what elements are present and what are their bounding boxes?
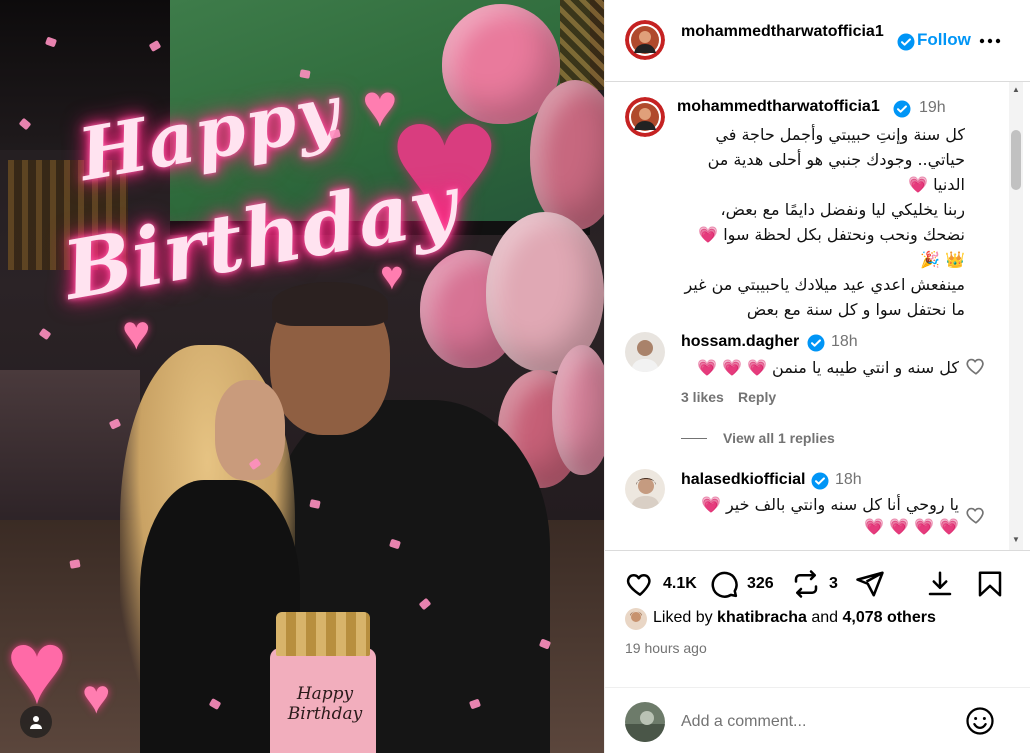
- comment-like-icon[interactable]: [965, 504, 987, 526]
- current-user-avatar[interactable]: [625, 702, 665, 742]
- photo-background-window: [0, 370, 140, 530]
- photo-man-hair: [272, 282, 388, 326]
- comment-like-icon[interactable]: [965, 355, 987, 377]
- post-timestamp[interactable]: 19 hours ago: [625, 640, 707, 656]
- author-avatar[interactable]: [625, 20, 665, 60]
- replies-divider: [681, 437, 707, 439]
- caption-timestamp[interactable]: 19h: [919, 99, 946, 117]
- comments-scroll-area[interactable]: mohammedtharwatofficia1 19h كل سنة وإنتِ…: [605, 82, 1030, 550]
- follow-button[interactable]: Follow: [917, 30, 971, 50]
- comment-timestamp[interactable]: 18h: [835, 471, 862, 489]
- post-details-panel: mohammedtharwatofficia1 Follow mohammedt…: [604, 0, 1030, 753]
- heart-sticker: ♥: [380, 254, 404, 298]
- user-icon: [30, 716, 42, 729]
- caption-line: مينفعش اعدي عيد ميلادك ياحبيبتي من غير: [684, 275, 965, 294]
- liked-by-prefix: Liked by: [653, 609, 713, 626]
- confetti: [38, 327, 52, 341]
- cake-crown: [276, 612, 370, 656]
- liked-by-others[interactable]: 4,078 others: [842, 609, 935, 626]
- cake-text-line1: Happy: [296, 684, 354, 704]
- confetti: [69, 559, 81, 569]
- cake-lettering: Happy Birthday: [280, 684, 370, 724]
- heart-sticker: ♥: [82, 671, 111, 724]
- add-comment-input[interactable]: [681, 710, 951, 734]
- emoji-icon[interactable]: [965, 706, 995, 736]
- bookmark-icon[interactable]: [975, 569, 1005, 599]
- cake-text-line2: Birthday: [287, 704, 363, 724]
- comment-reply-button[interactable]: Reply: [738, 389, 776, 405]
- comment-icon[interactable]: [709, 569, 739, 599]
- repost-icon[interactable]: [791, 569, 821, 599]
- caption-username[interactable]: mohammedtharwatofficia1: [677, 98, 880, 116]
- repost-count[interactable]: 3: [829, 575, 838, 593]
- comment-username[interactable]: hossam.dagher: [681, 333, 799, 351]
- post-modal: ♥ Happy Birthday Happy Birthday ♥ ♥ ♥ ♥ …: [0, 0, 1030, 753]
- liked-by-avatar[interactable]: [625, 608, 647, 630]
- scrollbar-thumb[interactable]: [1011, 130, 1021, 190]
- download-icon[interactable]: [925, 569, 955, 599]
- comment-text: كل سنه و انتي طيبه يا منمن 💗 💗 💗: [697, 358, 959, 377]
- comment-text: 💗 💗 💗 💗: [864, 517, 959, 536]
- view-replies-button[interactable]: View all 1 replies: [681, 430, 835, 446]
- post-actions: 4.1K 326 3 Liked by khatibracha and 4,07…: [605, 550, 1030, 753]
- liked-by-user[interactable]: khatibracha: [717, 609, 807, 626]
- heart-sticker: ♥: [122, 307, 151, 360]
- heart-sticker: ♥: [6, 610, 68, 726]
- liked-by-text: Liked by khatibracha and 4,078 others: [653, 609, 936, 627]
- caption-line: كل سنة وإنتِ حبيبتي وأجمل حاجة في: [715, 125, 965, 144]
- heart-sticker: ♥: [362, 72, 398, 139]
- tagged-accounts-button[interactable]: [20, 706, 52, 738]
- post-photo[interactable]: ♥ Happy Birthday Happy Birthday ♥ ♥ ♥ ♥ …: [0, 0, 604, 753]
- photo-decor-panel-right: [560, 0, 604, 90]
- comment-count[interactable]: 326: [747, 575, 774, 593]
- confetti: [299, 69, 311, 79]
- like-count[interactable]: 4.1K: [663, 575, 697, 593]
- scroll-up-arrow-icon[interactable]: ▲: [1009, 82, 1023, 96]
- balloon: [552, 345, 604, 475]
- like-icon[interactable]: [625, 569, 655, 599]
- more-options-icon[interactable]: [977, 28, 1003, 54]
- post-header: mohammedtharwatofficia1 Follow: [605, 0, 1030, 82]
- verified-badge-icon: [897, 33, 915, 51]
- verified-badge-icon: [807, 334, 825, 352]
- commenter-avatar[interactable]: [625, 469, 665, 509]
- caption-text: كل سنة وإنتِ حبيبتي وأجمل حاجة في حياتي.…: [625, 122, 965, 322]
- comment-username[interactable]: halasedkiofficial: [681, 471, 806, 489]
- author-username[interactable]: mohammedtharwatofficia1: [681, 20, 899, 44]
- add-comment-row: [605, 687, 1030, 753]
- caption-line: نضحك ونحب ونحتفل بكل لحظة سوا 💗: [698, 225, 965, 244]
- caption-line: حياتي.. وجودك جنبي هو أحلى هدية من: [707, 150, 965, 169]
- view-replies-label: View all 1 replies: [723, 430, 835, 446]
- share-icon[interactable]: [855, 569, 885, 599]
- caption-line: ما نحتفل سوا و كل سنة مع بعض: [746, 300, 965, 319]
- comment-text: يا روحي أنا كل سنه وانتي بالف خير 💗: [700, 495, 959, 514]
- verified-badge-icon: [893, 100, 911, 118]
- comment-like-count[interactable]: 3 likes: [681, 389, 724, 405]
- caption-line: 👑 🎉: [920, 250, 965, 269]
- commenter-avatar[interactable]: [625, 332, 665, 372]
- verified-badge-icon: [811, 472, 829, 490]
- liked-by-and: and: [811, 609, 839, 626]
- scroll-down-arrow-icon[interactable]: ▼: [1009, 532, 1023, 546]
- caption-line: الدنيا 💗: [908, 175, 965, 194]
- comment-timestamp[interactable]: 18h: [831, 333, 858, 351]
- caption-line: ربنا يخليكي ليا ونفضل دايمًا مع بعض،: [720, 200, 966, 219]
